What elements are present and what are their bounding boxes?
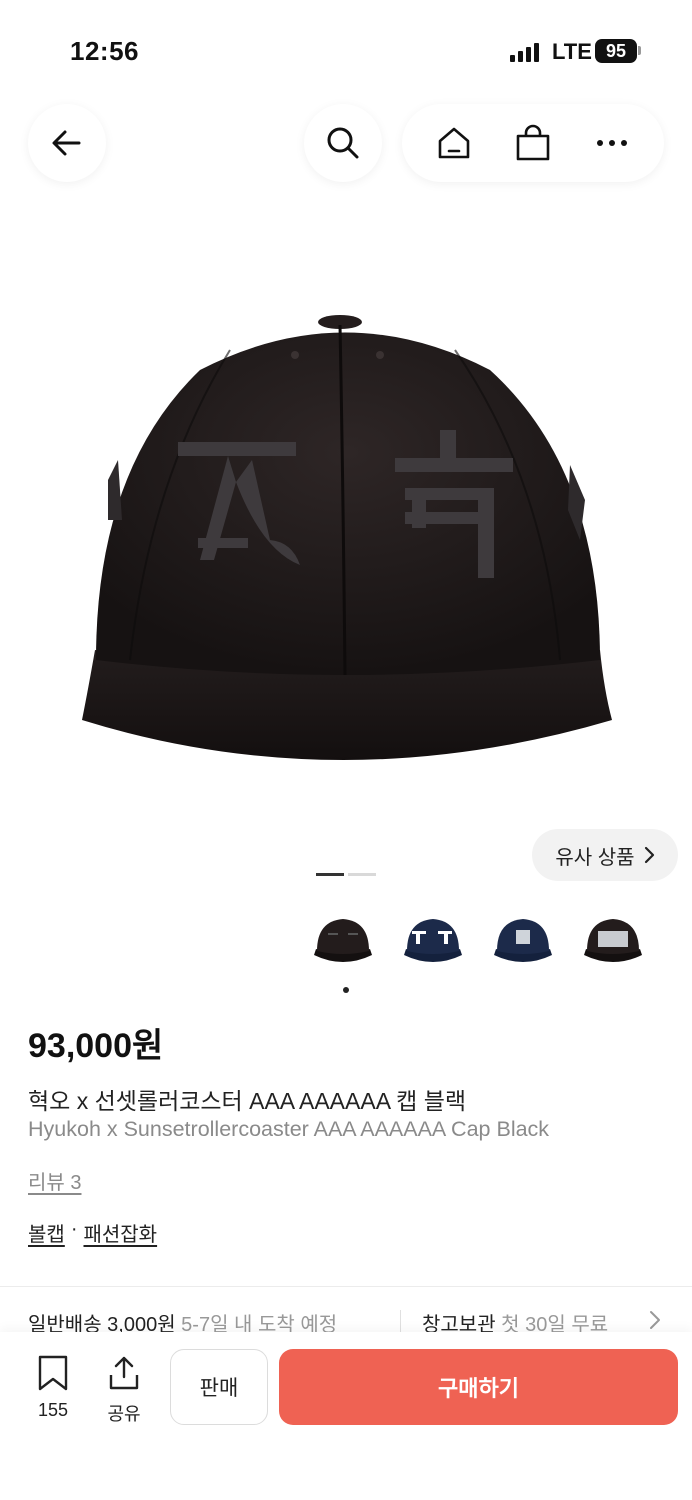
image-pager bbox=[316, 873, 376, 876]
cap-thumbnail-icon bbox=[494, 919, 552, 962]
sell-button[interactable]: 판매 bbox=[170, 1349, 268, 1425]
thumbnail-black-cap-patch[interactable] bbox=[575, 905, 651, 977]
bookmark-icon bbox=[38, 1355, 68, 1391]
share-icon bbox=[109, 1356, 139, 1390]
home-button[interactable] bbox=[424, 113, 484, 173]
shopping-bag-icon bbox=[516, 124, 550, 161]
cap-thumbnail-icon bbox=[314, 919, 372, 962]
similar-products-button[interactable]: 유사 상품 bbox=[532, 829, 678, 881]
chevron-right-icon bbox=[650, 1311, 660, 1329]
share-button[interactable]: 공유 bbox=[100, 1355, 148, 1426]
cap-thumbnail-icon bbox=[404, 919, 462, 962]
battery-icon: 95 bbox=[595, 39, 637, 63]
pager-inactive bbox=[348, 873, 376, 876]
cart-button[interactable] bbox=[503, 113, 563, 173]
product-title-korean: 혁오 x 선셋롤러코스터 AAA AAAAAA 캡 블랙 bbox=[28, 1088, 467, 1114]
more-button[interactable] bbox=[582, 113, 642, 173]
home-icon bbox=[438, 127, 469, 159]
category-primary-link[interactable]: 볼캡 bbox=[28, 1218, 65, 1247]
category-breadcrumb: 볼캡 · 패션잡화 bbox=[28, 1218, 157, 1247]
similar-products-label: 유사 상품 bbox=[555, 846, 635, 869]
review-link[interactable]: 리뷰 3 bbox=[28, 1166, 81, 1195]
thumbnail-black-cap[interactable] bbox=[305, 905, 381, 977]
status-time: 12:56 bbox=[70, 36, 139, 66]
chevron-right-icon bbox=[644, 846, 654, 864]
more-icon bbox=[597, 140, 628, 146]
thumbnail-selected-dot bbox=[343, 987, 349, 993]
pager-active bbox=[316, 873, 344, 876]
cap-image bbox=[82, 315, 612, 760]
share-label: 공유 bbox=[107, 1404, 141, 1424]
thumbnail-navy-cap-patch[interactable] bbox=[485, 905, 561, 977]
product-image[interactable] bbox=[0, 220, 692, 860]
search-icon bbox=[327, 127, 359, 159]
thumbnail-strip bbox=[305, 905, 651, 977]
back-arrow-icon bbox=[52, 130, 81, 156]
section-divider bbox=[0, 1286, 692, 1287]
battery-tip bbox=[638, 46, 641, 55]
cap-thumbnail-icon bbox=[584, 919, 642, 962]
status-bar: 12:56 LTE 95 bbox=[0, 0, 692, 100]
category-separator: · bbox=[70, 1218, 78, 1240]
search-button[interactable] bbox=[304, 104, 382, 182]
product-price: 93,000원 bbox=[28, 1027, 164, 1065]
bookmark-button[interactable]: 155 bbox=[28, 1355, 78, 1421]
product-title-english: Hyukoh x Sunsetrollercoaster AAA AAAAAA … bbox=[28, 1117, 550, 1141]
back-button[interactable] bbox=[28, 104, 106, 182]
network-label: LTE bbox=[552, 39, 592, 64]
thumbnail-navy-cap-white-logo[interactable] bbox=[395, 905, 471, 977]
header-action-group bbox=[402, 104, 664, 182]
category-secondary-link[interactable]: 패션잡화 bbox=[83, 1218, 157, 1247]
shipping-separator bbox=[400, 1310, 401, 1332]
signal-icon bbox=[510, 42, 539, 62]
buy-button[interactable]: 구매하기 bbox=[279, 1349, 678, 1425]
bookmark-count: 155 bbox=[37, 1400, 69, 1420]
